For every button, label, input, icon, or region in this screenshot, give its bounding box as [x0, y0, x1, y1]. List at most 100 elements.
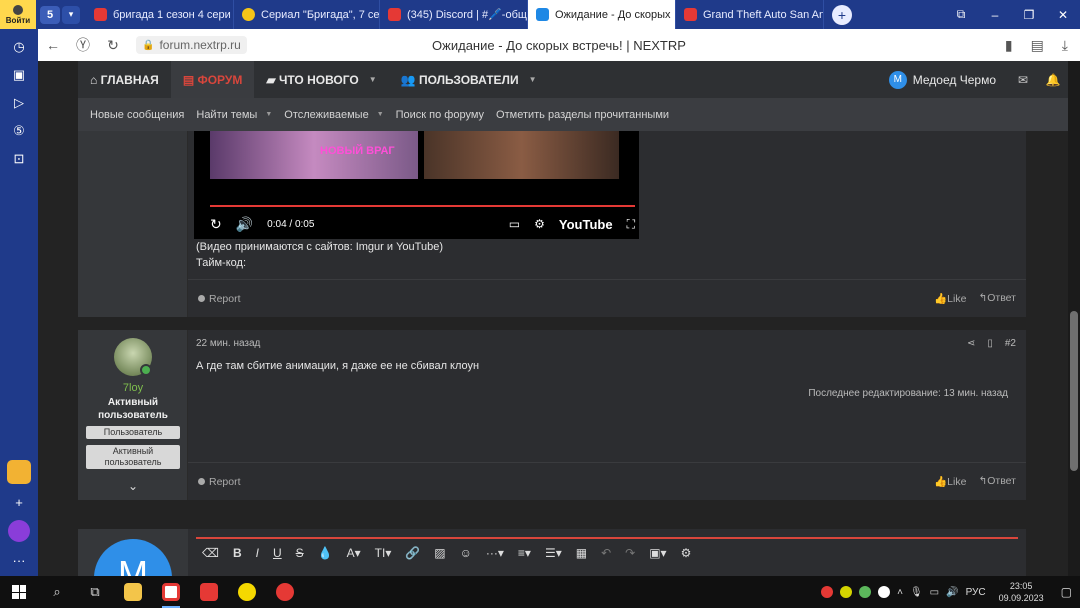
replay-icon[interactable]: ↻	[210, 216, 222, 233]
subnav-find-threads[interactable]: Найти темы ▼	[190, 109, 278, 121]
avatar[interactable]	[114, 338, 152, 376]
tabs-list-icon[interactable]: ⧉	[944, 0, 978, 29]
download-icon[interactable]: ⤓	[1062, 37, 1068, 54]
subnav-mark-read[interactable]: Отметить разделы прочитанными	[490, 109, 675, 121]
opera-icon[interactable]	[266, 576, 304, 608]
history-icon[interactable]: ◷	[9, 37, 29, 57]
image-icon[interactable]: ▨	[434, 546, 445, 560]
bookmark-icon[interactable]: ▯	[987, 338, 993, 349]
report-button[interactable]: Report	[198, 293, 241, 305]
input-language[interactable]: РУС	[966, 587, 986, 598]
tab-group-badge[interactable]: 5	[40, 5, 60, 24]
new-tab-button[interactable]: +	[832, 4, 852, 25]
reload-icon[interactable]: ↻	[98, 37, 128, 54]
font-size-icon[interactable]: A▾	[347, 546, 361, 560]
tab-yandex[interactable]: бригада 1 сезон 4 сери	[86, 0, 234, 29]
yandex-logo-icon[interactable]: Ⓨ	[68, 35, 98, 55]
close-window-icon[interactable]: ✕	[1046, 0, 1080, 29]
opera-tray-icon[interactable]	[821, 586, 834, 598]
eraser-icon[interactable]: ⌫	[202, 546, 219, 560]
tray-icon[interactable]	[840, 586, 853, 598]
scrollbar-thumb[interactable]	[1070, 311, 1078, 471]
alice-assistant-icon[interactable]	[8, 520, 30, 542]
yandex-browser-icon[interactable]	[152, 576, 190, 608]
tab-group[interactable]: 5 ▾	[40, 5, 80, 24]
mail-icon[interactable]	[7, 460, 31, 484]
microphone-icon[interactable]: 🎙	[910, 587, 923, 598]
nav-forum[interactable]: ▤ ФОРУМ	[170, 61, 255, 98]
fullscreen-icon[interactable]: ⛶	[627, 217, 635, 232]
align-icon[interactable]: ≡▾	[518, 546, 531, 560]
post-date[interactable]: 22 мин. назад	[196, 338, 260, 349]
smiley-icon[interactable]: ☺	[460, 546, 472, 560]
network-icon[interactable]: ▭	[930, 587, 939, 598]
username[interactable]: 7loy	[78, 382, 188, 394]
screenshot-icon[interactable]: ⊡	[9, 149, 29, 169]
file-explorer-icon[interactable]	[114, 576, 152, 608]
more-icon[interactable]: ···	[9, 550, 29, 570]
tab-serial[interactable]: Сериал "Бригада", 7 сер	[234, 0, 380, 29]
subnav-watched[interactable]: Отслеживаемые ▼	[278, 109, 389, 121]
notifications-icon[interactable]: ▢	[1061, 585, 1072, 599]
post-number[interactable]: #2	[1005, 338, 1016, 349]
underline-icon[interactable]: U	[273, 546, 282, 560]
more-icon[interactable]: ···▾	[486, 546, 504, 560]
redo-icon[interactable]: ↷	[625, 546, 635, 560]
bell-icon[interactable]: 🔔	[1038, 73, 1068, 87]
url-field[interactable]: 🔒 forum.nextrp.ru	[136, 36, 247, 54]
undo-icon[interactable]: ↶	[601, 546, 611, 560]
account-menu[interactable]: М Медоед Чермо	[888, 70, 1008, 89]
report-button[interactable]: Report	[198, 476, 241, 488]
video-icon[interactable]: ▷	[9, 93, 29, 113]
search-icon[interactable]: ⌕	[38, 576, 76, 608]
drafts-icon[interactable]: ▣▾	[649, 546, 666, 560]
restore-icon[interactable]: ❐	[1012, 0, 1046, 29]
minimize-icon[interactable]: –	[978, 0, 1012, 29]
video-embed[interactable]: НОВЫЙ ВРАГ ↻ 🔊 0:04 / 0:05 ▭ ⚙ YouTube ⛶	[194, 131, 639, 239]
reply-button[interactable]: ↰Ответ	[978, 475, 1016, 488]
video-progress-bar[interactable]	[210, 205, 635, 207]
tab-youtube[interactable]: Grand Theft Auto San An	[676, 0, 824, 29]
italic-icon[interactable]: I	[256, 546, 259, 560]
tab-discord[interactable]: (345) Discord | #🖊️-общ	[380, 0, 528, 29]
rich-text-editor[interactable]: ⌫ B I U S 💧 A▾ TI▾ 🔗 ▨ ☺ ···▾ ≡▾ ☰▾ ▦ ↶ …	[196, 537, 1018, 576]
back-icon[interactable]: ←	[38, 37, 68, 53]
gear-icon[interactable]: ⚙	[681, 546, 692, 560]
clock[interactable]: 23:05 09.09.2023	[999, 580, 1044, 604]
collections-icon[interactable]: ▣	[9, 65, 29, 85]
share-icon[interactable]: ⋖	[967, 338, 975, 349]
tab-forum-active[interactable]: Ожидание - До скорых ✕	[528, 0, 676, 29]
yandex-icon[interactable]	[190, 576, 228, 608]
link-icon[interactable]: 🔗	[405, 546, 420, 560]
chevron-down-icon[interactable]: ▼	[529, 75, 537, 84]
yandex-tray-icon[interactable]	[878, 586, 891, 598]
color-icon[interactable]: 💧	[318, 546, 333, 560]
reply-button[interactable]: ↰Ответ	[978, 292, 1016, 305]
yandex-music-icon[interactable]	[228, 576, 266, 608]
subtitles-icon[interactable]: ▭	[509, 217, 520, 231]
chevron-down-icon[interactable]: ▾	[62, 5, 80, 24]
reader-icon[interactable]: ▤	[1031, 37, 1044, 54]
strikethrough-icon[interactable]: S	[296, 546, 304, 560]
nav-members[interactable]: 👥 ПОЛЬЗОВАТЕЛИ ▼	[389, 61, 549, 98]
bold-icon[interactable]: B	[233, 546, 242, 560]
like-button[interactable]: 👍Like	[934, 292, 966, 305]
youtube-logo[interactable]: YouTube	[559, 217, 613, 232]
subnav-search[interactable]: Поиск по форуму	[390, 109, 490, 121]
nav-whats-new[interactable]: ▰ ЧТО НОВОГО ▼	[254, 61, 388, 98]
inbox-icon[interactable]: ✉	[1008, 73, 1038, 87]
add-icon[interactable]: +	[9, 492, 29, 512]
page-scrollbar[interactable]	[1068, 61, 1080, 576]
gear-icon[interactable]: ⚙	[534, 217, 545, 231]
volume-icon[interactable]: 🔊	[946, 587, 958, 598]
tab-group-icon[interactable]: ⑤	[9, 121, 29, 141]
nav-home[interactable]: ⌂ ГЛАВНАЯ	[78, 61, 171, 98]
chevron-down-icon[interactable]: ⌄	[78, 479, 188, 493]
start-button[interactable]	[0, 576, 38, 608]
task-view-icon[interactable]: ⧉	[76, 576, 114, 608]
chevron-up-icon[interactable]: ˄	[897, 587, 903, 598]
tray-icon[interactable]	[859, 586, 872, 598]
table-icon[interactable]: ▦	[576, 546, 587, 560]
list-icon[interactable]: ☰▾	[545, 546, 562, 560]
subnav-new-posts[interactable]: Новые сообщения	[84, 109, 190, 121]
